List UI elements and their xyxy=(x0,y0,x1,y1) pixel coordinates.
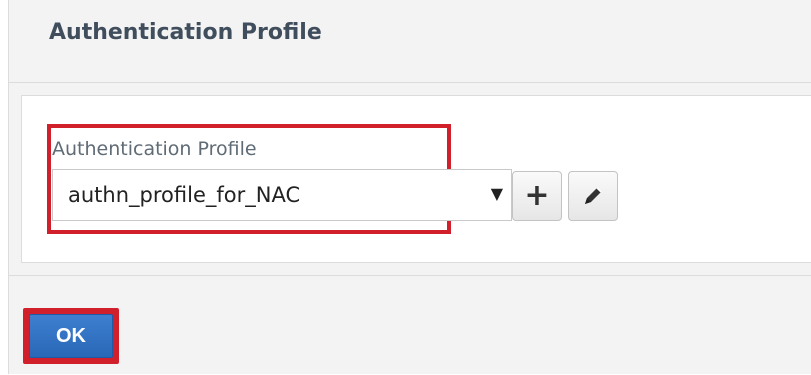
ok-button-face: OK xyxy=(29,314,113,358)
panel-header: Authentication Profile xyxy=(9,0,811,83)
authentication-profile-panel: Authentication Profile Authentication Pr… xyxy=(8,0,811,374)
panel-footer: OK xyxy=(9,275,811,375)
dropdown-arrow-icon[interactable]: ▼ xyxy=(491,184,503,203)
add-profile-button[interactable]: + xyxy=(512,171,562,221)
edit-profile-button[interactable] xyxy=(568,171,618,221)
field-label-authentication-profile: Authentication Profile xyxy=(52,138,257,160)
pencil-icon xyxy=(585,187,602,204)
ok-button[interactable]: OK xyxy=(23,308,119,364)
plus-icon: + xyxy=(524,178,550,213)
selected-profile-value: authn_profile_for_NAC xyxy=(68,183,301,207)
page-title: Authentication Profile xyxy=(49,20,322,45)
ok-button-label: OK xyxy=(56,325,86,347)
authentication-profile-select[interactable]: authn_profile_for_NAC ▼ xyxy=(52,169,512,221)
form-section: Authentication Profile authn_profile_for… xyxy=(21,95,811,263)
